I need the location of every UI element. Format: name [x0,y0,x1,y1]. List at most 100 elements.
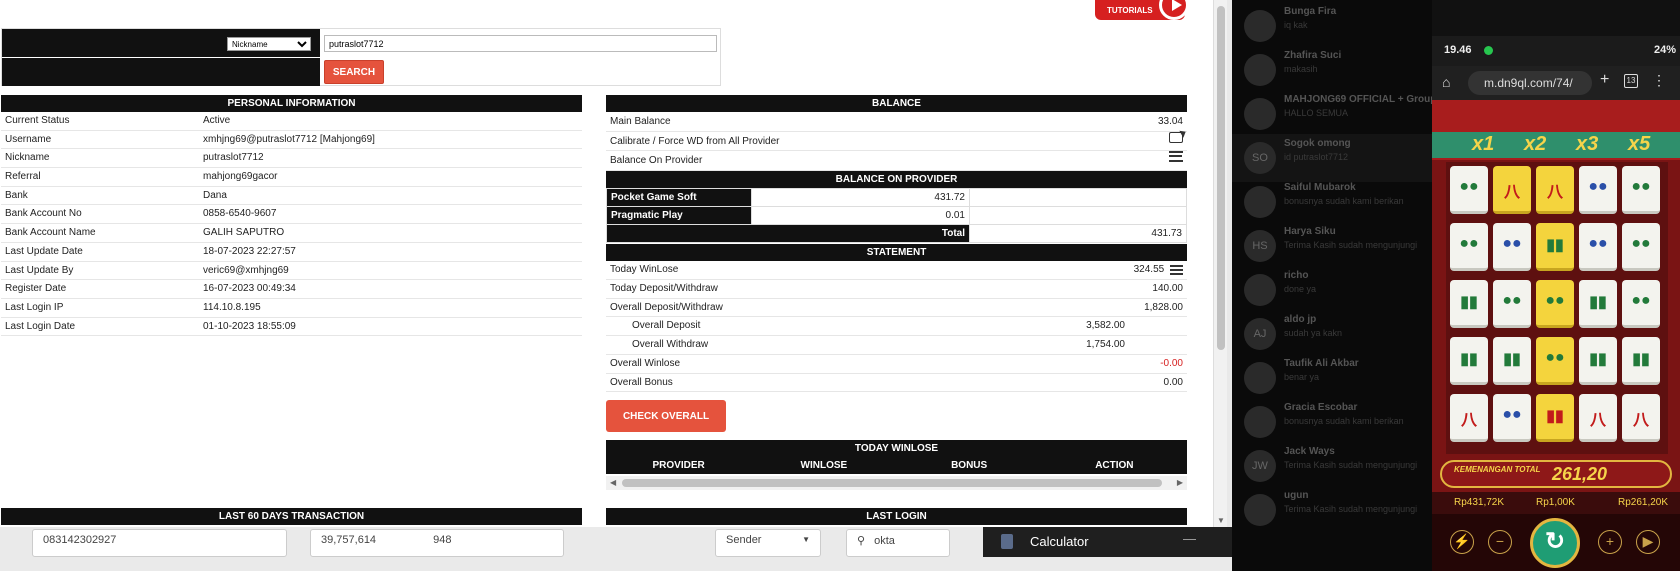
address-bar[interactable]: m.dn9ql.com/74/ [1468,71,1592,95]
today-deposit-withdraw-row: Today Deposit/Withdraw 140.00 [606,280,1187,299]
avatar [1244,10,1276,42]
info-label: Username [5,133,52,145]
tile-symbol-icon: 八 [1546,184,1563,201]
statement-title: STATEMENT [606,244,1187,262]
info-label: Last Update Date [5,245,83,257]
mahjong-tile: 八 [1450,394,1488,442]
search-type-select[interactable]: Nickname [227,37,311,51]
chat-name: Jack Ways [1284,446,1335,457]
chat-preview: Terima Kasih sudah mengunjungi [1284,240,1418,250]
chat-list-item[interactable]: Taufik Ali Akbar benar ya [1232,354,1432,402]
check-overall-button[interactable]: CHECK OVERALL [606,400,726,433]
home-icon[interactable]: ⌂ [1442,74,1450,90]
chat-name: ugun [1284,490,1309,501]
info-value: xmhjng69@putraslot7712 [Mahjong69] [203,133,375,145]
provider-extra [969,205,1187,226]
tile-symbol-icon: ▮▮ [1546,408,1564,425]
tile-symbol-icon: ●● [1545,292,1565,309]
chat-list-item[interactable]: Bunga Fira iq kak [1232,2,1432,50]
list-icon[interactable] [1170,264,1183,275]
more-icon[interactable]: ⋮ [1652,72,1666,89]
tile-symbol-icon: ●● [1631,292,1651,309]
chat-list-item[interactable]: JW Jack Ways Terima Kasih sudah mengunjung… [1232,442,1432,490]
mahjong-tile: ●● [1622,223,1660,271]
scroll-down-icon[interactable]: ▼ [1217,516,1225,525]
info-row: Last Update By veric69@xmhjng69 [1,262,582,281]
overall-withdraw-label: Overall Withdraw [632,339,709,351]
today-winlose-title: TODAY WINLOSE [606,440,1187,458]
total-win-bar: KEMENANGAN TOTAL 261,20 [1440,460,1672,488]
tab-count[interactable]: 13 [1624,74,1638,88]
reel-grid: ●● 八八 ●● ●● ●● ●● ▮▮ ●● ●● ▮▮ ●● ●● ▮▮ ●● ▮▮ ▮▮ ●● ▮▮ ▮▮ 八 ●… [1446,162,1668,454]
phone-field[interactable]: 083142302927 [32,529,287,557]
calculator-icon [1001,534,1013,549]
total-value: 431.73 [969,224,1187,244]
plus-button[interactable]: + [1598,530,1622,554]
chat-list-item[interactable]: SO Sogok omong id putraslot7712 [1232,134,1432,182]
status-dot-icon [1484,46,1493,55]
new-tab-icon[interactable]: + [1600,71,1609,89]
mahjong-tile: ▮▮ [1493,337,1531,385]
sender-value: Sender [726,534,762,546]
mahjong-tile: 八 [1493,166,1531,214]
video-tutorials-badge[interactable]: TUTORIALS [1095,0,1189,20]
chat-name: Zhafira Suci [1284,50,1342,61]
avatar [1244,406,1276,438]
vertical-scrollbar[interactable]: ▼ [1213,0,1227,527]
avatar [1244,54,1276,86]
balance-stat: Rp431,72K [1454,497,1505,508]
chat-name: richo [1284,270,1309,281]
last-60-days-title: LAST 60 DAYS TRANSACTION [1,508,582,525]
auto-play-button[interactable]: ▶ [1636,530,1660,554]
balance-on-provider-title: BALANCE ON PROVIDER [606,170,1187,188]
calibrate-label: Calibrate / Force WD from All Provider [610,135,780,147]
scrollbar-thumb[interactable] [1217,6,1225,350]
calculator-taskbar-window[interactable]: Calculator — [983,527,1232,557]
tile-symbol-icon: ●● [1631,235,1651,252]
chat-list-item[interactable]: ugun Terima Kasih sudah mengunjungi [1232,486,1432,534]
sender-select[interactable]: Sender ▼ [715,529,821,557]
chat-name: Harya Siku [1284,226,1336,237]
chat-list-item[interactable]: Gracia Escobar bonusnya sudah kami berika… [1232,398,1432,446]
last-60-days-panel: LAST 60 DAYS TRANSACTION [1,508,582,525]
balance-on-provider-label: Balance On Provider [610,155,703,166]
chat-preview: Terima Kasih sudah mengunjungi [1284,504,1418,514]
share-icon[interactable] [1169,131,1183,143]
info-row: Register Date 16-07-2023 00:49:34 [1,280,582,299]
horizontal-scrollbar[interactable]: ◀ ▶ [606,476,1187,491]
info-row: Referral mahjong69gacor [1,168,582,187]
info-value: 0858-6540-9607 [203,208,277,220]
calibrate-row: Calibrate / Force WD from All Provider [606,131,1187,151]
tile-symbol-icon: ●● [1545,349,1565,366]
search-button[interactable]: SEARCH [324,60,384,84]
minus-button[interactable]: − [1488,530,1512,554]
info-label: Last Update By [5,264,74,276]
chat-name: Gracia Escobar [1284,402,1358,413]
tile-symbol-icon: 八 [1632,412,1649,429]
scroll-left-icon[interactable]: ◀ [610,478,616,487]
scroll-right-icon[interactable]: ▶ [1177,478,1183,487]
personal-information-panel: PERSONAL INFORMATION Current Status Activ… [1,95,582,337]
table-row: Pragmatic Play 0.01 [606,205,1187,226]
scrollbar-thumb[interactable] [622,479,1162,488]
minimize-icon[interactable]: — [1183,531,1196,546]
search-input[interactable] [324,35,717,52]
chat-list-item[interactable]: Zhafira Suci makasih [1232,46,1432,94]
avatar [1244,494,1276,526]
overall-withdraw-row: Overall Withdraw 1,754.00 [606,336,1187,355]
list-icon[interactable] [1169,151,1183,162]
tile-symbol-icon: ●● [1502,406,1522,423]
avatar: AJ [1244,318,1276,350]
chat-list-item[interactable]: HS Harya Siku Terima Kasih sudah mengunjun… [1232,222,1432,270]
video-tutorials-label: TUTORIALS [1107,6,1153,15]
browser-toolbar: ⌂ m.dn9ql.com/74/ + 13 ⋮ [1432,66,1680,100]
mahjong-tile: ●● [1579,223,1617,271]
info-value: putraslot7712 [203,152,264,164]
chat-list-item[interactable]: AJ aldo jp sudah ya kakn [1232,310,1432,358]
chat-list-item[interactable]: richo done ya [1232,266,1432,314]
chat-list-item[interactable]: Saiful Mubarok bonusnya sudah kami berika… [1232,178,1432,226]
spin-button[interactable]: ↻ [1530,518,1580,568]
chat-list-item[interactable]: MAHJONG69 OFFICIAL + Group Help HALLO SEM… [1232,90,1432,138]
turbo-button[interactable]: ⚡ [1450,530,1474,554]
search-input[interactable]: ⚲ okta [846,529,950,557]
